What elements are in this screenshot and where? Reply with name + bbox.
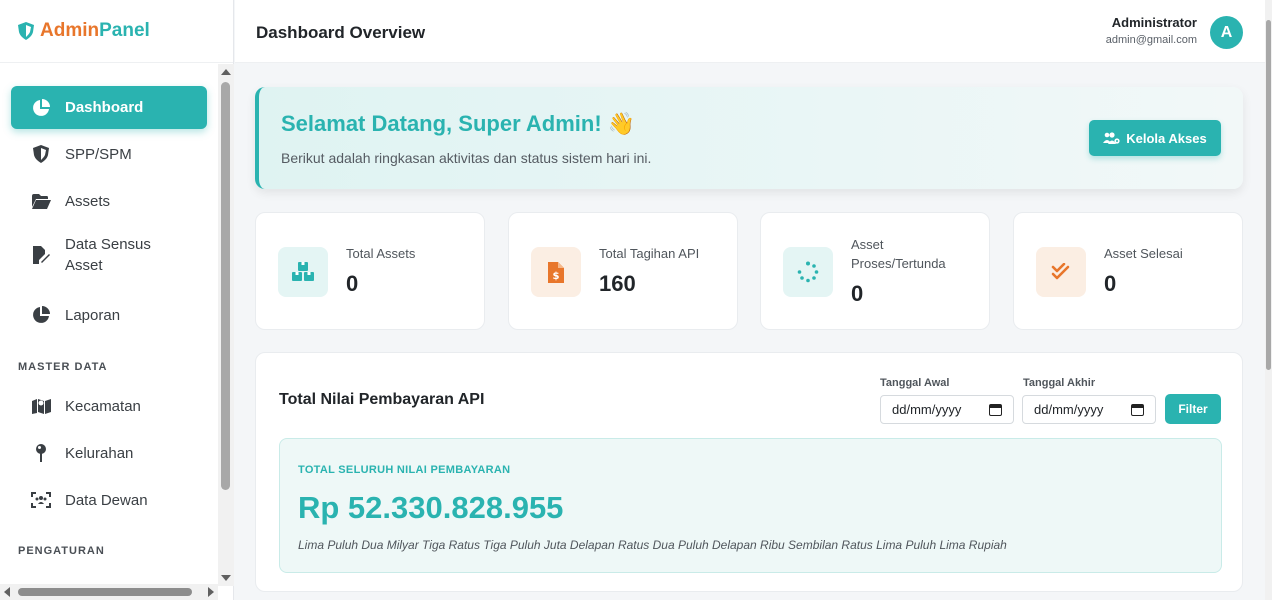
- stat-label: Total Assets: [346, 246, 416, 261]
- stat-card-total-assets: Total Assets 0: [255, 212, 485, 330]
- payment-title: Total Nilai Pembayaran API: [279, 391, 485, 408]
- welcome-title: Selamat Datang, Super Admin! 👋: [281, 111, 636, 136]
- sidebar-item-label: Data Dewan: [65, 491, 148, 509]
- sidebar-item-kelurahan[interactable]: Kelurahan: [11, 432, 207, 474]
- kelola-akses-label: Kelola Akses: [1126, 130, 1207, 146]
- chart-pie-icon: [31, 98, 51, 118]
- map-icon: [31, 396, 51, 416]
- brand-part-admin: Admin: [40, 20, 100, 41]
- user-email: admin@gmail.com: [1105, 34, 1197, 46]
- scrollbar-thumb[interactable]: [18, 588, 192, 596]
- sidebar-item-assets[interactable]: Assets: [11, 180, 207, 222]
- users-viewfinder-icon: [31, 490, 51, 510]
- scroll-right-arrow-icon[interactable]: [208, 587, 214, 597]
- chart-pie-icon: [31, 305, 51, 325]
- user-name: Administrator: [1111, 15, 1197, 30]
- file-signature-icon: [31, 245, 51, 265]
- sidebar-item-data-dewan[interactable]: Data Dewan: [11, 479, 207, 521]
- sidebar-item-spp-spm[interactable]: SPP/SPM: [11, 133, 207, 175]
- sidebar-nav: Dashboard SPP/SPM Assets Data Sensus Ass…: [0, 64, 218, 586]
- scroll-up-arrow-icon[interactable]: [221, 69, 231, 75]
- total-amount-words: Lima Puluh Dua Milyar Tiga Ratus Tiga Pu…: [298, 538, 1007, 552]
- brand-logo[interactable]: Admin Panel: [0, 0, 233, 63]
- shield-icon: [18, 22, 34, 40]
- stat-value: 160: [599, 271, 636, 296]
- stat-label: Total Tagihan API: [599, 246, 700, 261]
- start-date-input[interactable]: dd/mm/yyyy: [880, 395, 1014, 424]
- welcome-banner: Selamat Datang, Super Admin! 👋 Berikut a…: [255, 87, 1243, 189]
- brand-part-panel: Panel: [99, 20, 150, 41]
- boxes-icon: [278, 247, 328, 297]
- invoice-dollar-icon: $: [531, 247, 581, 297]
- sidebar-item-laporan[interactable]: Laporan: [11, 294, 207, 336]
- total-payment-box: TOTAL SELURUH NILAI PEMBAYARAN Rp 52.330…: [279, 438, 1222, 573]
- kelola-akses-button[interactable]: Kelola Akses: [1089, 120, 1221, 156]
- sidebar-item-data-sensus-asset[interactable]: Data Sensus Asset: [11, 227, 207, 283]
- end-date-label: Tanggal Akhir: [1023, 377, 1096, 389]
- total-amount: Rp 52.330.828.955: [298, 490, 564, 525]
- stat-value: 0: [851, 281, 864, 306]
- sidebar-item-kecamatan[interactable]: Kecamatan: [11, 385, 207, 427]
- scroll-down-arrow-icon[interactable]: [221, 575, 231, 581]
- sidebar-item-label: Assets: [65, 192, 111, 210]
- section-pengaturan: PENGATURAN: [18, 545, 105, 557]
- sidebar-item-label: Kecamatan: [65, 397, 141, 415]
- spinner-icon: [783, 247, 833, 297]
- stat-value: 0: [346, 271, 359, 296]
- total-caption: TOTAL SELURUH NILAI PEMBAYARAN: [298, 464, 511, 476]
- start-date-label: Tanggal Awal: [880, 377, 950, 389]
- sidebar-horizontal-scrollbar[interactable]: [0, 584, 218, 600]
- section-master-data: MASTER DATA: [18, 361, 108, 373]
- users-cog-icon: [1103, 131, 1120, 144]
- sidebar: Admin Panel Dashboard SPP/SPM Assets Data…: [0, 0, 234, 600]
- page-title: Dashboard Overview: [256, 23, 426, 42]
- stat-card-asset-selesai: Asset Selesai 0: [1013, 212, 1243, 330]
- filter-button[interactable]: Filter: [1165, 394, 1221, 424]
- sidebar-vertical-scrollbar[interactable]: [218, 64, 234, 586]
- sidebar-item-dashboard[interactable]: Dashboard: [11, 86, 207, 129]
- stat-label: Asset Selesai: [1104, 246, 1183, 261]
- end-date-placeholder: dd/mm/yyyy: [1034, 402, 1104, 417]
- scrollbar-thumb[interactable]: [221, 82, 230, 490]
- welcome-subtitle: Berikut adalah ringkasan aktivitas dan s…: [281, 150, 652, 166]
- svg-text:$: $: [553, 271, 560, 282]
- page-vertical-scrollbar[interactable]: [1265, 0, 1272, 600]
- calendar-icon[interactable]: [1131, 404, 1144, 416]
- calendar-icon[interactable]: [989, 404, 1002, 416]
- scrollbar-thumb[interactable]: [1266, 20, 1271, 370]
- top-bar: Dashboard Overview Administrator admin@g…: [235, 0, 1265, 63]
- stat-card-total-tagihan-api: $ Total Tagihan API 160: [508, 212, 738, 330]
- folder-open-icon: [31, 191, 51, 211]
- user-info[interactable]: Administrator admin@gmail.com: [1106, 15, 1197, 46]
- sidebar-item-label: Kelurahan: [65, 444, 134, 462]
- sidebar-item-label: Laporan: [65, 306, 121, 324]
- start-date-placeholder: dd/mm/yyyy: [892, 402, 962, 417]
- sidebar-item-label: Data Sensus Asset: [65, 236, 151, 274]
- end-date-input[interactable]: dd/mm/yyyy: [1022, 395, 1156, 424]
- payment-panel: Total Nilai Pembayaran API Tanggal Awal …: [255, 352, 1243, 592]
- stat-value: 0: [1104, 271, 1117, 296]
- stat-label: Asset Proses/Tertunda: [851, 237, 946, 271]
- stat-card-asset-proses: Asset Proses/Tertunda 0: [760, 212, 990, 330]
- sidebar-item-label: Dashboard: [65, 99, 144, 116]
- check-double-icon: [1036, 247, 1086, 297]
- map-pin-icon: [31, 443, 51, 463]
- sidebar-item-label: SPP/SPM: [65, 145, 132, 163]
- avatar[interactable]: A: [1210, 16, 1243, 49]
- scroll-left-arrow-icon[interactable]: [4, 587, 10, 597]
- shield-icon: [31, 144, 51, 164]
